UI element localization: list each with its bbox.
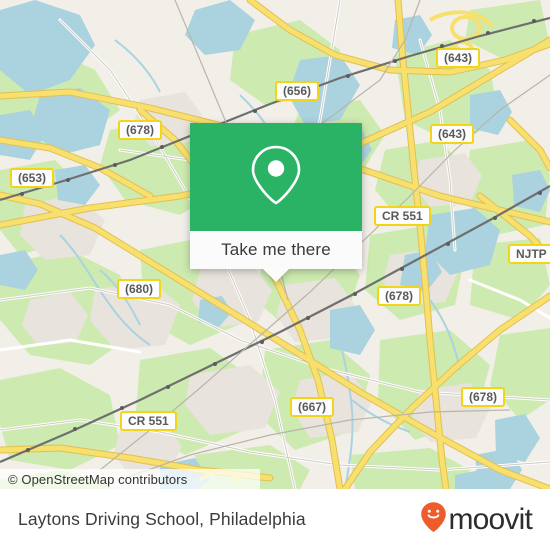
road-shield-label: (653) [10, 168, 55, 188]
callout-pointer-tail [263, 269, 289, 282]
moovit-map-screenshot: (643) (656) (678) (643) (653) CR 551 NJT… [0, 0, 550, 550]
road-shield: NJTP [508, 244, 550, 264]
osm-attribution[interactable]: © OpenStreetMap contributors [0, 469, 260, 489]
road-shield: (643) [436, 48, 481, 68]
callout-cta-panel[interactable]: Take me there [190, 231, 362, 282]
road-shield-label: (667) [290, 397, 335, 417]
road-shield: (667) [290, 397, 335, 417]
take-me-there-callout[interactable]: Take me there [190, 123, 362, 282]
take-me-there-label: Take me there [221, 240, 331, 259]
road-shield-label: (643) [430, 124, 475, 144]
place-title: Laytons Driving School, Philadelphia [18, 509, 306, 529]
road-shield: (656) [275, 81, 320, 101]
road-shield: (680) [117, 279, 162, 299]
callout-icon-panel [190, 123, 362, 231]
road-shield: CR 551 [374, 206, 431, 226]
road-shield-label: (678) [118, 120, 163, 140]
road-shield: (678) [461, 387, 506, 407]
footer-bar: Laytons Driving School, Philadelphia moo… [0, 489, 550, 550]
moovit-wordmark: moovit [448, 502, 532, 536]
road-shield: (643) [430, 124, 475, 144]
road-shield-label: CR 551 [120, 411, 177, 431]
road-shield-label: (656) [275, 81, 320, 101]
road-shield-label: (680) [117, 279, 162, 299]
road-shield-label: (678) [461, 387, 506, 407]
road-shield: (653) [10, 168, 55, 188]
osm-attribution-text: © OpenStreetMap contributors [8, 471, 188, 487]
road-shield-label: CR 551 [374, 206, 431, 226]
moovit-logo[interactable]: moovit [420, 501, 533, 538]
moovit-smiley-pin-icon [420, 501, 447, 538]
map-pin-icon [250, 144, 302, 211]
road-shield: (678) [377, 286, 422, 306]
road-shield-label: (678) [377, 286, 422, 306]
road-shield: CR 551 [120, 411, 177, 431]
road-shield-label: NJTP [508, 244, 550, 264]
road-shield-label: (643) [436, 48, 481, 68]
road-shield: (678) [118, 120, 163, 140]
